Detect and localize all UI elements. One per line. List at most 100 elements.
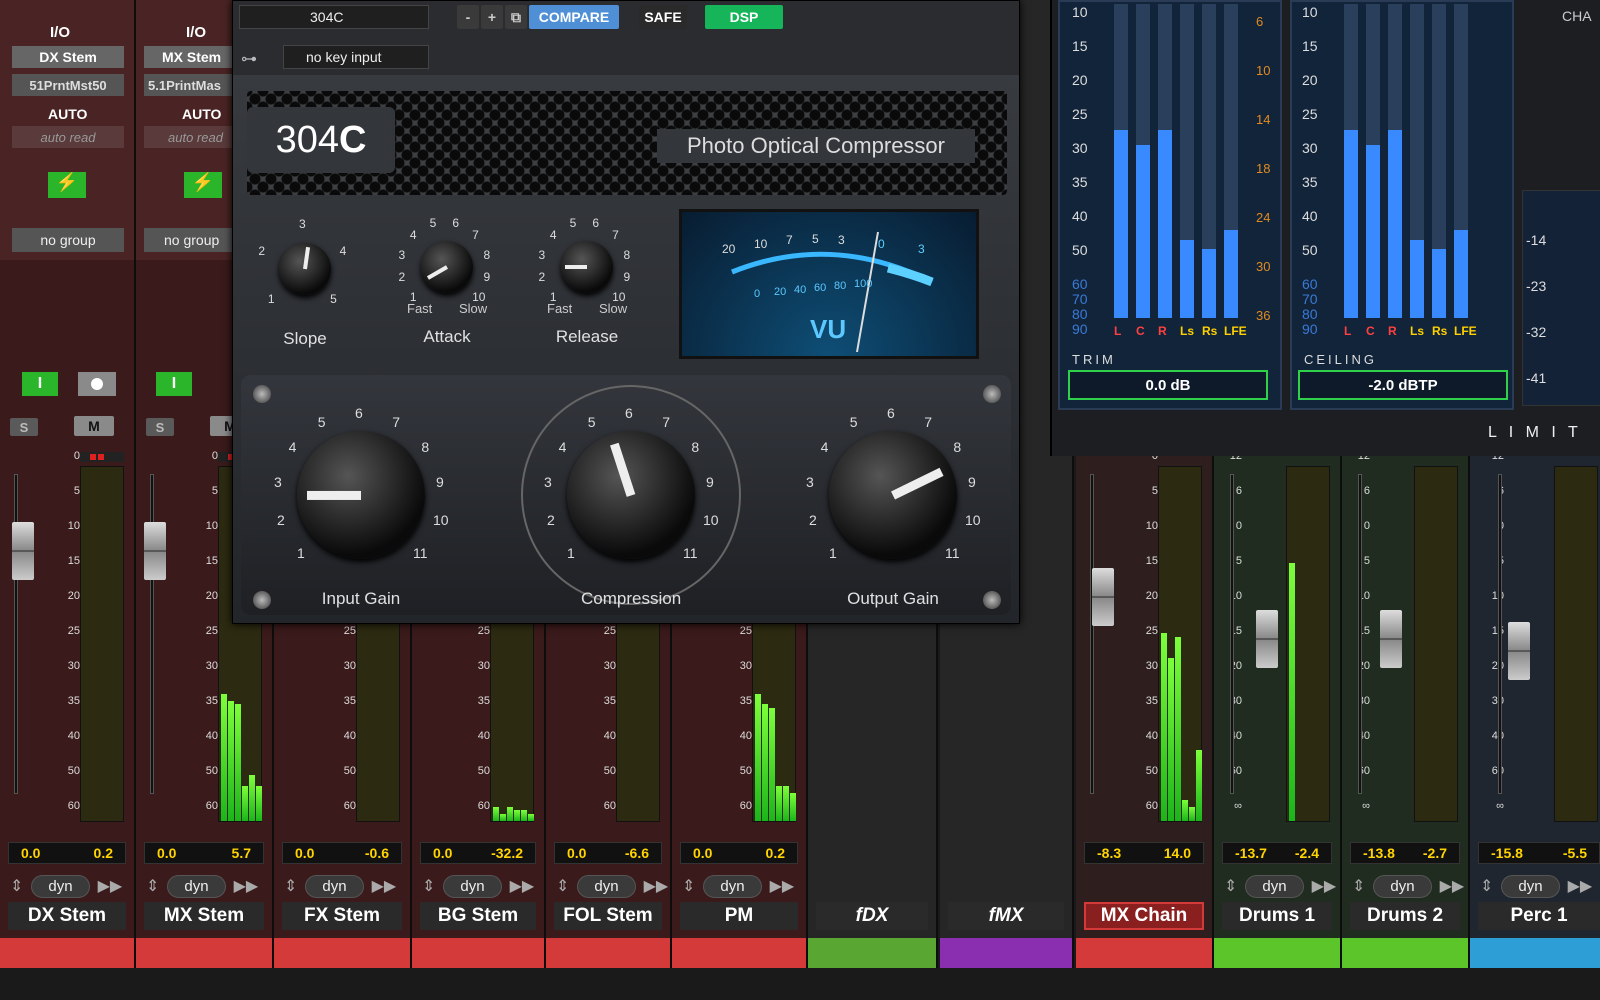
peak-value: -5.5 xyxy=(1562,845,1587,861)
compare-button[interactable]: COMPARE xyxy=(529,5,619,29)
send-arrow-icon[interactable]: ▶▶ xyxy=(1568,876,1593,896)
output-selector[interactable]: MX Stem xyxy=(144,46,240,68)
record-button[interactable] xyxy=(78,372,116,396)
copy-settings-icon[interactable]: ⧉ xyxy=(505,5,527,29)
knob-scale-tick: 1 xyxy=(297,544,305,561)
slope-knob[interactable] xyxy=(279,243,331,295)
track-name[interactable]: Perc 1 xyxy=(1478,902,1600,930)
send-arrow-icon[interactable]: ▶▶ xyxy=(644,876,669,896)
input-monitor-button[interactable]: I xyxy=(156,372,192,396)
volume-readout[interactable]: 0.0 5.7 xyxy=(144,842,264,864)
solo-button[interactable]: S xyxy=(146,418,174,436)
volume-readout[interactable]: 0.0 0.2 xyxy=(680,842,798,864)
key-input-selector[interactable]: no key input xyxy=(283,45,429,69)
send-arrow-icon[interactable]: ▶▶ xyxy=(98,876,123,896)
compression-knob[interactable] xyxy=(567,431,695,559)
dyn-button[interactable]: dyn xyxy=(703,874,762,898)
track-name[interactable]: BG Stem xyxy=(420,902,536,930)
dyn-button[interactable]: dyn xyxy=(1245,874,1304,898)
track-name[interactable]: FX Stem xyxy=(282,902,402,930)
pan-arrows-icon[interactable]: ⇕ xyxy=(10,876,23,896)
dyn-button[interactable]: dyn xyxy=(167,874,226,898)
preset-next-button[interactable]: + xyxy=(481,5,503,29)
output-selector[interactable]: DX Stem xyxy=(12,46,124,68)
track-name[interactable]: PM xyxy=(680,902,798,930)
release-knob[interactable] xyxy=(561,241,613,293)
volume-fader[interactable] xyxy=(1256,610,1278,668)
pan-arrows-icon[interactable]: ⇕ xyxy=(146,876,159,896)
knob-label: Output Gain xyxy=(847,589,939,608)
preset-prev-button[interactable]: - xyxy=(457,5,479,29)
send-selector[interactable]: 5.1PrintMas xyxy=(144,74,240,96)
track-name[interactable]: DX Stem xyxy=(8,902,126,930)
pan-arrows-icon[interactable]: ⇕ xyxy=(556,876,569,896)
input-monitor-button[interactable]: I xyxy=(22,372,58,396)
pan-arrows-icon[interactable]: ⇕ xyxy=(284,876,297,896)
send-arrow-icon[interactable]: ▶▶ xyxy=(510,876,535,896)
track-name[interactable]: fDX xyxy=(816,902,928,930)
automation-mode-selector[interactable]: auto read xyxy=(12,126,124,148)
knob-scale-tick: 2 xyxy=(258,244,266,259)
clip-indicator[interactable] xyxy=(80,452,124,462)
slow-label: Slow xyxy=(459,301,488,316)
dyn-button[interactable]: dyn xyxy=(305,874,364,898)
preset-selector[interactable]: 304C xyxy=(239,5,429,29)
dyn-button[interactable]: dyn xyxy=(1501,874,1560,898)
mute-button[interactable]: M xyxy=(74,416,114,436)
pan-arrows-icon[interactable]: ⇕ xyxy=(1480,876,1493,896)
volume-fader[interactable] xyxy=(12,522,34,580)
level-meter xyxy=(1286,466,1330,822)
track-name[interactable]: FOL Stem xyxy=(554,902,662,930)
pan-arrows-icon[interactable]: ⇕ xyxy=(422,876,435,896)
ceiling-value-field[interactable]: -2.0 dBTP xyxy=(1298,370,1508,400)
channel-meter-bar xyxy=(1388,129,1402,318)
volume-readout[interactable]: -13.8 -2.7 xyxy=(1350,842,1460,864)
safe-button[interactable]: SAFE xyxy=(639,5,687,29)
volume-readout[interactable]: 0.0 -0.6 xyxy=(282,842,402,864)
volume-readout[interactable]: -15.8 -5.5 xyxy=(1478,842,1600,864)
pan-arrows-icon[interactable]: ⇕ xyxy=(682,876,695,896)
volume-fader[interactable] xyxy=(144,522,166,580)
automation-mode-selector[interactable]: auto read xyxy=(144,126,240,148)
dyn-button[interactable]: dyn xyxy=(31,874,90,898)
send-selector[interactable]: 51PrntMst50 xyxy=(12,74,124,96)
solo-button[interactable]: S xyxy=(10,418,38,436)
attack-knob[interactable] xyxy=(421,241,473,293)
volume-readout[interactable]: 0.0 -6.6 xyxy=(554,842,662,864)
send-arrow-icon[interactable]: ▶▶ xyxy=(234,876,259,896)
track-name[interactable]: fMX xyxy=(948,902,1064,930)
input-gain-knob[interactable] xyxy=(297,431,425,559)
group-selector[interactable]: no group xyxy=(144,228,240,252)
dyn-button[interactable]: dyn xyxy=(443,874,502,898)
pan-arrows-icon[interactable]: ⇕ xyxy=(1352,876,1365,896)
volume-fader[interactable] xyxy=(1380,610,1402,668)
volume-fader[interactable] xyxy=(1508,622,1530,680)
group-selector[interactable]: no group xyxy=(12,228,124,252)
active-icon[interactable]: ⚡ xyxy=(48,172,86,198)
volume-readout[interactable]: -13.7 -2.4 xyxy=(1222,842,1332,864)
track-name[interactable]: MX Chain xyxy=(1084,902,1204,930)
send-arrow-icon[interactable]: ▶▶ xyxy=(1440,876,1465,896)
track-name[interactable]: MX Stem xyxy=(144,902,264,930)
active-icon[interactable]: ⚡ xyxy=(184,172,222,198)
send-arrow-icon[interactable]: ▶▶ xyxy=(770,876,795,896)
volume-readout[interactable]: 0.0 -32.2 xyxy=(420,842,536,864)
volume-readout[interactable]: 0.0 0.2 xyxy=(8,842,126,864)
track-name[interactable]: Drums 2 xyxy=(1350,902,1460,930)
dsp-button[interactable]: DSP xyxy=(705,5,783,29)
pan-arrows-icon[interactable]: ⇕ xyxy=(1224,876,1237,896)
volume-fader[interactable] xyxy=(1092,568,1114,626)
track-name[interactable]: Drums 1 xyxy=(1222,902,1332,930)
trim-value-field[interactable]: 0.0 dB xyxy=(1068,370,1268,400)
dyn-button[interactable]: dyn xyxy=(1373,874,1432,898)
vu-meter: VU 20 10 7 5 3 0 3 0 20 40 60 80 100 xyxy=(679,209,979,359)
send-arrow-icon[interactable]: ▶▶ xyxy=(1312,876,1337,896)
strip-dx-top: I/O DX Stem 51PrntMst50 AUTO auto read ⚡… xyxy=(0,0,134,260)
volume-readout[interactable]: -8.3 14.0 xyxy=(1084,842,1204,864)
output-gain-knob[interactable] xyxy=(829,431,957,559)
gain-reduction-tick: 30 xyxy=(1256,259,1271,274)
model-badge: 304 C xyxy=(247,107,395,173)
knob-scale-tick: 4 xyxy=(339,244,347,259)
send-arrow-icon[interactable]: ▶▶ xyxy=(372,876,397,896)
dyn-button[interactable]: dyn xyxy=(577,874,636,898)
